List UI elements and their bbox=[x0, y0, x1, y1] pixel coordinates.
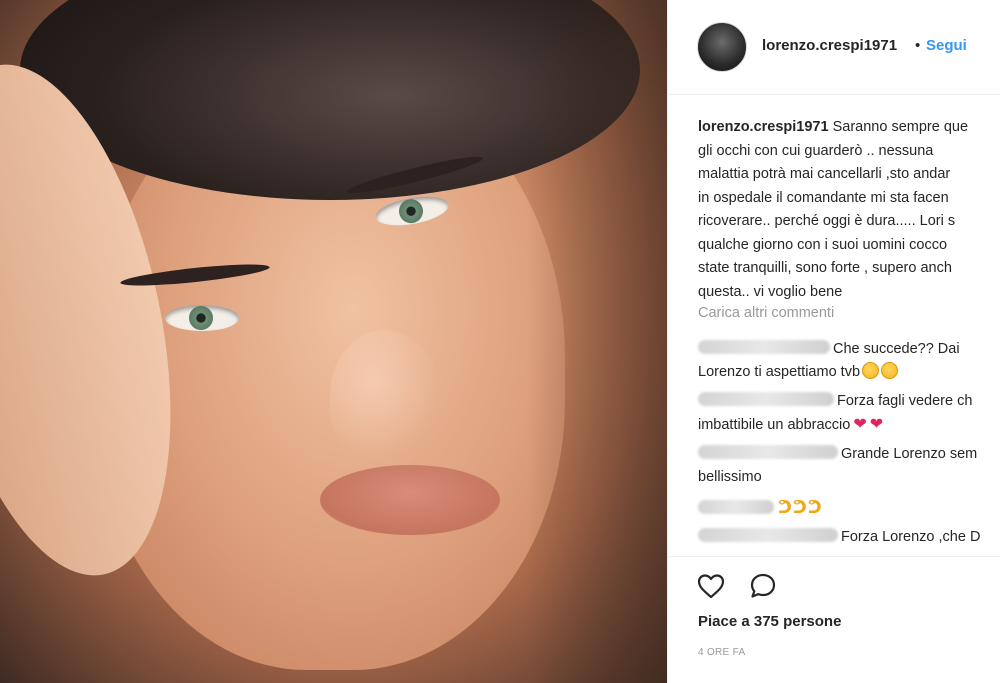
red-heart-emoji-icon: ❤ bbox=[869, 416, 884, 433]
comment-username-blurred[interactable] bbox=[698, 445, 838, 460]
header-separator: • bbox=[915, 37, 921, 54]
smiling-face-emoji-icon bbox=[862, 361, 880, 379]
caption-text: Saranno sempre que bbox=[828, 119, 969, 135]
comment-text: Lorenzo ti aspettiamo tvb bbox=[698, 364, 861, 380]
comment-username-blurred[interactable] bbox=[698, 392, 834, 407]
caption-line-6: qualche giorno con i suoi uomini cocco bbox=[698, 236, 948, 253]
comment-text: Forza fagli vedere ch bbox=[837, 393, 973, 409]
heart-outline-icon[interactable] bbox=[696, 571, 726, 601]
red-heart-emoji-icon: ❤ bbox=[853, 416, 867, 433]
comment-item: ᕤᕤᕤ bbox=[698, 496, 1000, 521]
photo-eye-left bbox=[165, 305, 239, 331]
photo-nose bbox=[330, 330, 440, 460]
flexed-biceps-emoji-icon: ᕤ bbox=[792, 498, 807, 517]
header-username[interactable]: lorenzo.crespi1971 bbox=[762, 37, 897, 54]
caption-line-7: state tranquilli, sono forte , supero an… bbox=[698, 260, 952, 276]
avatar[interactable] bbox=[697, 22, 747, 72]
comment-username-blurred[interactable] bbox=[698, 500, 774, 515]
post-side-panel: lorenzo.crespi1971 • Segui lorenzo.cresp… bbox=[667, 0, 1000, 683]
comment-username-blurred[interactable] bbox=[698, 340, 830, 355]
comment-item: Forza Lorenzo ,che D bbox=[698, 526, 1000, 549]
speech-bubble-icon[interactable] bbox=[748, 571, 778, 601]
caption-line-3: malattia potrà mai cancellarli ,sto anda… bbox=[698, 166, 951, 182]
comment-text: Grande Lorenzo sem bbox=[841, 446, 978, 462]
comment-text: Forza Lorenzo ,che D bbox=[841, 529, 981, 545]
comment-item: Che succede?? Dai Lorenzo ti aspettiamo … bbox=[698, 338, 1000, 384]
post-timestamp[interactable]: 4 ORE FA bbox=[698, 647, 745, 658]
caption-line-8: questa.. vi voglio bene bbox=[698, 283, 843, 300]
comment-username-blurred[interactable] bbox=[698, 528, 838, 543]
comment-text: Che succede?? Dai bbox=[833, 341, 960, 357]
flexed-biceps-emoji-icon: ᕤ bbox=[778, 498, 792, 517]
comment-text: imbattibile un abbraccio bbox=[698, 417, 851, 433]
post-caption: lorenzo.crespi1971 Saranno sempre que gl… bbox=[698, 116, 1000, 304]
load-more-comments[interactable]: Carica altri commenti bbox=[698, 305, 834, 321]
post-actions: Piace a 375 persone 4 ORE FA bbox=[668, 556, 1000, 683]
comment-item: Grande Lorenzo sem bellissimo bbox=[698, 443, 1000, 489]
follow-button[interactable]: Segui bbox=[926, 37, 967, 54]
caption-line-2: gli occhi con cui guarderò .. nessuna bbox=[698, 142, 934, 159]
photo-lips bbox=[320, 465, 500, 535]
caption-line-4: in ospedale il comandante mi sta facen bbox=[698, 189, 949, 206]
flexed-biceps-emoji-icon: ᕤ bbox=[807, 498, 822, 517]
likes-count[interactable]: Piace a 375 persone bbox=[698, 613, 841, 630]
photo-shadow bbox=[527, 0, 667, 683]
post-header: lorenzo.crespi1971 • Segui bbox=[668, 0, 1000, 95]
caption-line-1: lorenzo.crespi1971 Saranno sempre que bbox=[698, 116, 1000, 140]
post-photo[interactable] bbox=[0, 0, 667, 683]
caption-author[interactable]: lorenzo.crespi1971 bbox=[698, 119, 829, 135]
comment-item: Forza fagli vedere ch imbattibile un abb… bbox=[698, 390, 1000, 437]
comment-text: bellissimo bbox=[698, 469, 762, 485]
caption-line-5: ricoverare.. perché oggi è dura..... Lor… bbox=[698, 213, 956, 229]
smiling-face-emoji-icon bbox=[881, 361, 899, 379]
